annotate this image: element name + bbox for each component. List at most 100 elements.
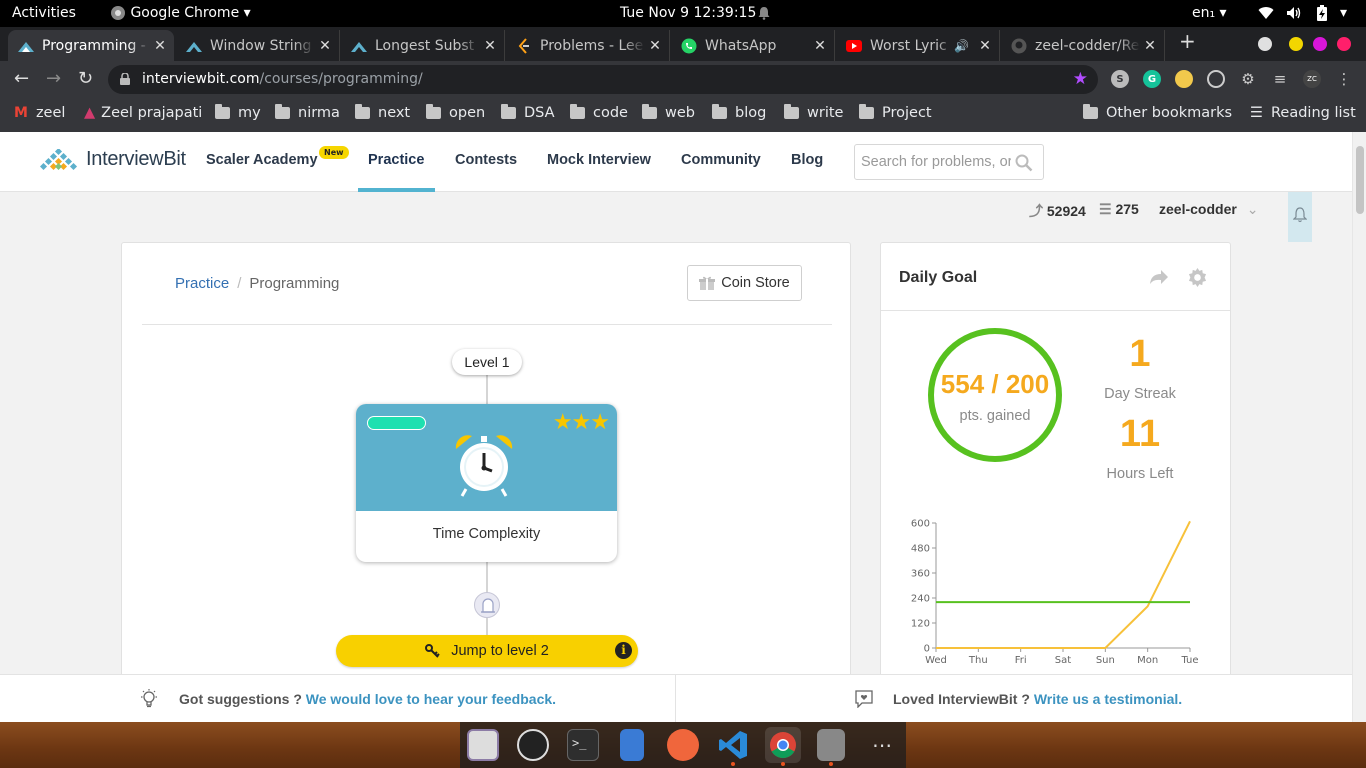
close-icon[interactable]: ✕: [975, 38, 995, 54]
folder-icon: [501, 104, 516, 119]
tab-leetcode-problems[interactable]: Problems - Lee ✕: [506, 30, 670, 61]
nav-practice[interactable]: Practice: [368, 152, 424, 168]
system-menu-chevron-icon[interactable]: ▾: [1340, 5, 1347, 21]
close-window-button[interactable]: [1337, 37, 1351, 51]
bookmark-nirma[interactable]: nirma: [275, 104, 340, 121]
nav-community[interactable]: Community: [681, 152, 761, 168]
bookmark-code[interactable]: code: [570, 104, 628, 121]
coin-store-button[interactable]: Coin Store: [687, 265, 802, 301]
close-icon[interactable]: ✕: [480, 38, 500, 54]
search-icon[interactable]: [1015, 154, 1033, 172]
close-icon[interactable]: ✕: [645, 38, 665, 54]
nav-blog[interactable]: Blog: [791, 152, 823, 168]
activities-button[interactable]: Activities: [12, 5, 76, 21]
breadcrumb-practice-link[interactable]: Practice: [175, 275, 229, 292]
settings-gear-icon[interactable]: [1188, 268, 1207, 287]
level-label: Level 1: [452, 349, 522, 375]
files-icon[interactable]: [817, 729, 845, 761]
tab-search-icon[interactable]: [1258, 37, 1272, 51]
language-indicator[interactable]: en₁ ▾: [1192, 5, 1227, 21]
search-input[interactable]: Search for problems, or: [854, 144, 1044, 180]
interviewbit-logo-icon: [40, 148, 78, 170]
bookmark-other[interactable]: Other bookmarks: [1083, 104, 1232, 121]
wifi-icon[interactable]: [1258, 5, 1274, 21]
chrome-dock-icon[interactable]: [765, 727, 801, 763]
weekly-points-chart: 0 120 240 360 480 600 Wed Thu Fri Sat Sun Mon Tue: [911, 519, 1199, 667]
bookmarks-bar: Mzeel ▲ Zeel prajapati my nirma next open…: [0, 97, 1366, 132]
profile-avatar[interactable]: ZC: [1303, 70, 1321, 88]
notifications-button[interactable]: [1288, 192, 1312, 242]
reading-list-button[interactable]: ☰ Reading list: [1250, 105, 1356, 121]
topic-card-time-complexity[interactable]: ★★★ Time Complexity: [356, 404, 617, 562]
audio-playing-icon[interactable]: 🔊: [954, 39, 969, 53]
app-menu[interactable]: Google Chrome ▾: [110, 5, 251, 21]
maximize-button[interactable]: [1313, 37, 1327, 51]
tab-worst-lyric[interactable]: Worst Lyric 🔊 ✕: [836, 30, 1000, 61]
coins-count[interactable]: ☰ 275: [1099, 201, 1139, 218]
postman-icon[interactable]: [667, 729, 699, 761]
text-editor-icon[interactable]: [620, 729, 644, 761]
tab-whatsapp[interactable]: WhatsApp ✕: [671, 30, 835, 61]
nav-scaler-academy[interactable]: Scaler Academy: [206, 152, 318, 168]
testimonial-link[interactable]: Write us a testimonial.: [1034, 691, 1182, 707]
reload-icon[interactable]: ↻: [78, 70, 93, 88]
tab-window-string[interactable]: Window String ✕: [176, 30, 340, 61]
screenshot-app-icon[interactable]: [467, 729, 499, 761]
hours-left-value: 11: [1119, 413, 1161, 455]
puzzle-extensions-icon[interactable]: ⚙: [1239, 70, 1257, 88]
interviewbit-logo[interactable]: InterviewBit: [40, 148, 186, 171]
whatsapp-icon: [681, 38, 697, 54]
volume-icon[interactable]: [1286, 5, 1302, 21]
page-scrollbar[interactable]: [1352, 132, 1366, 722]
tab-longest-substring[interactable]: Longest Subst ✕: [341, 30, 505, 61]
bookmark-star-icon[interactable]: ★: [1073, 69, 1088, 89]
lock-icon[interactable]: [120, 73, 130, 85]
back-arrow-icon[interactable]: ←: [14, 70, 29, 88]
grammarly-icon[interactable]: G: [1143, 70, 1161, 88]
new-tab-plus-icon[interactable]: +: [1179, 29, 1196, 53]
vscode-icon[interactable]: [717, 729, 749, 761]
feedback-link[interactable]: We would love to hear your feedback.: [306, 691, 556, 707]
bookmark-zeel[interactable]: Mzeel: [14, 105, 65, 121]
divider: [675, 675, 676, 722]
nav-contests[interactable]: Contests: [455, 152, 517, 168]
bookmark-zeel-prajapati[interactable]: ▲ Zeel prajapati: [84, 105, 202, 121]
bookmark-blog[interactable]: blog: [712, 104, 766, 121]
minimize-button[interactable]: [1289, 37, 1303, 51]
forward-arrow-icon[interactable]: →: [46, 70, 61, 88]
chrome-menu-icon[interactable]: ⋮: [1335, 70, 1353, 88]
daily-goal-title: Daily Goal: [899, 269, 978, 286]
tab-github[interactable]: zeel-codder/Re ✕: [1001, 30, 1165, 61]
chrome-icon: [111, 6, 125, 20]
close-icon[interactable]: ✕: [810, 38, 830, 54]
bookmark-web[interactable]: web: [642, 104, 695, 121]
bookmark-next[interactable]: next: [355, 104, 410, 121]
extension-glasses-icon[interactable]: [1175, 70, 1193, 88]
show-applications-icon[interactable]: ⋯: [866, 729, 898, 761]
chart-x-tick-label: Tue: [1180, 655, 1198, 666]
obs-studio-icon[interactable]: [517, 729, 549, 761]
tab-programming[interactable]: Programming - ✕: [8, 30, 174, 61]
close-icon[interactable]: ✕: [150, 38, 170, 54]
bookmark-my[interactable]: my: [215, 104, 261, 121]
streak-points[interactable]: ⤴ 52924: [1029, 201, 1086, 221]
address-bar[interactable]: interviewbit.com/courses/programming/ ★: [108, 65, 1098, 94]
bookmark-project[interactable]: Project: [859, 104, 932, 121]
scrollbar-thumb[interactable]: [1356, 146, 1364, 214]
info-icon[interactable]: i: [615, 642, 632, 659]
bookmark-dsa[interactable]: DSA: [501, 104, 555, 121]
jump-to-level-button[interactable]: Jump to level 2 i: [336, 635, 638, 667]
nav-mock-interview[interactable]: Mock Interview: [547, 152, 651, 168]
clock[interactable]: Tue Nov 9 12:39:15: [620, 5, 756, 21]
extension-s-icon[interactable]: S: [1111, 70, 1129, 88]
battery-icon[interactable]: [1316, 5, 1328, 21]
close-icon[interactable]: ✕: [315, 38, 335, 54]
user-menu[interactable]: zeel-codder ⌄: [1159, 201, 1258, 218]
react-devtools-icon[interactable]: [1207, 70, 1225, 88]
terminal-icon[interactable]: >_: [567, 729, 599, 761]
bookmark-open[interactable]: open: [426, 104, 485, 121]
bookmark-write[interactable]: write: [784, 104, 843, 121]
share-icon[interactable]: [1149, 269, 1169, 285]
media-control-icon[interactable]: ≡: [1271, 70, 1289, 88]
close-icon[interactable]: ✕: [1140, 38, 1160, 54]
